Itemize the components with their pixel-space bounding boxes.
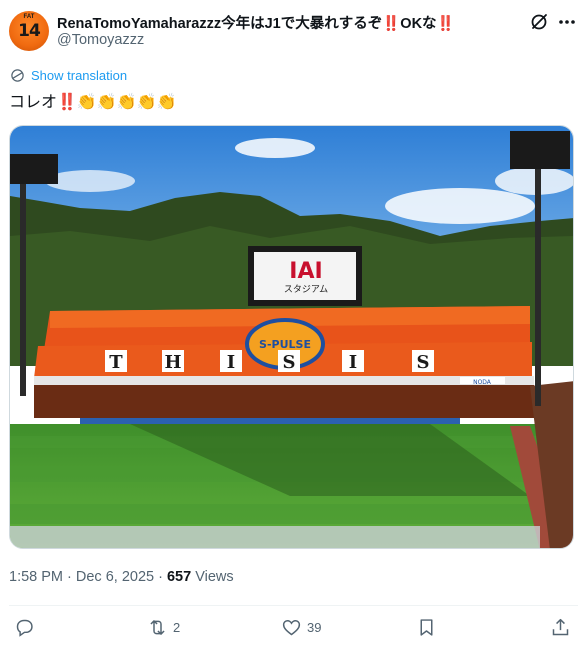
share-icon	[552, 618, 569, 636]
choreo-letter: S	[283, 352, 296, 373]
globe-icon	[11, 69, 24, 82]
choreo-letter: H	[164, 352, 181, 373]
retweet-icon	[150, 620, 165, 635]
divider	[9, 605, 578, 606]
like-count: 39	[307, 620, 322, 635]
like-button[interactable]: 39	[281, 617, 321, 638]
tweet-photo[interactable]: IAI スタジアム S-PULSE T H I S I S NODA	[9, 125, 574, 549]
reply-button[interactable]	[14, 617, 40, 638]
author-handle[interactable]: @Tomoyazzz	[57, 32, 144, 48]
heart-icon	[282, 620, 301, 636]
choreo-letter: I	[227, 352, 235, 373]
grok-icon[interactable]	[529, 12, 549, 32]
meta-separator: ·	[154, 569, 167, 585]
tweet-meta: 1:58 PM · Dec 6, 2025 · 657 Views	[9, 569, 234, 585]
bookmark-icon	[420, 619, 433, 636]
tweet-header: FAT 14 RenaTomoYamaharazzz今年はJ1で大暴れするぞ‼️…	[9, 10, 579, 51]
scoreboard-main: IAI	[289, 259, 322, 284]
choreo-letter: T	[109, 352, 123, 373]
tweet-text: コレオ‼️👏👏👏👏👏	[9, 94, 177, 111]
reply-icon	[16, 619, 33, 637]
scoreboard-sub: スタジアム	[284, 284, 328, 295]
crest-text: S-PULSE	[259, 338, 311, 351]
timestamp[interactable]: 1:58 PM · Dec 6, 2025	[9, 569, 154, 585]
views-label: Views	[191, 569, 234, 585]
retweet-count: 2	[173, 620, 181, 635]
retweet-button[interactable]: 2	[147, 617, 180, 638]
sponsor-board: NODA	[473, 379, 492, 386]
views-count: 657	[166, 569, 192, 585]
choreo-letter: I	[349, 352, 357, 373]
choreo-letter: S	[417, 352, 430, 373]
action-bar: 2 39	[0, 617, 587, 641]
show-translation-label[interactable]: Show translation	[31, 68, 127, 83]
avatar-shirt-name: FAT	[23, 14, 35, 20]
bookmark-button[interactable]	[416, 617, 442, 638]
more-icon[interactable]	[557, 12, 577, 32]
avatar[interactable]: FAT 14	[9, 11, 49, 51]
stadium-photo: IAI スタジアム S-PULSE T H I S I S NODA	[10, 126, 573, 548]
share-button[interactable]	[550, 617, 576, 638]
avatar-shirt-number: 14	[18, 21, 41, 41]
show-translation-link[interactable]: Show translation	[10, 68, 127, 83]
author-display-name[interactable]: RenaTomoYamaharazzz今年はJ1で大暴れするぞ‼️OKな‼️	[57, 12, 455, 33]
